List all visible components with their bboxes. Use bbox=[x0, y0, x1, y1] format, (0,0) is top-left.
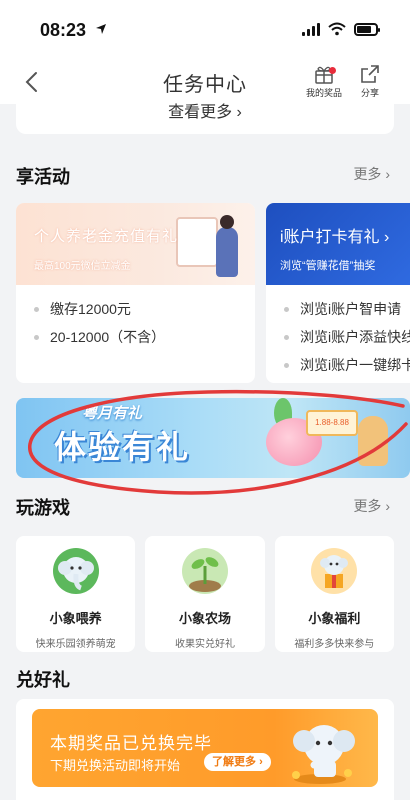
game-card-feeding[interactable]: 小象喂养 快来乐园领养萌宠 bbox=[16, 536, 136, 652]
see-more-label: 查看更多 bbox=[168, 104, 233, 121]
list-item[interactable]: 浏览i账户一键绑卡 bbox=[284, 351, 410, 379]
girl-illustration-icon bbox=[358, 416, 388, 466]
share-icon bbox=[361, 65, 379, 83]
iaccount-banner[interactable]: i账户打卡有礼 › 浏览“管赚花借”抽奖 bbox=[266, 203, 410, 285]
battery-level bbox=[357, 25, 372, 33]
activity-card-pension[interactable]: 个人养老金充值有礼 最高100元微信立减金 缴存12000元 20-12000（… bbox=[16, 203, 255, 383]
learn-more-button[interactable]: 了解更多 › bbox=[204, 753, 271, 771]
activity-card-iaccount[interactable]: i账户打卡有礼 › 浏览“管赚花借”抽奖 浏览i账户智申请 浏览i账户添益快线 … bbox=[266, 203, 410, 383]
chevron-right-icon: › bbox=[385, 498, 390, 514]
game-name: 小象喂养 bbox=[49, 611, 102, 626]
game-card-welfare[interactable]: 小象福利 福利多多快来参与 bbox=[274, 536, 394, 652]
wifi-icon bbox=[328, 22, 346, 36]
iaccount-banner-title: i账户打卡有礼 › bbox=[280, 223, 389, 247]
pension-banner-subtitle: 最高100元微信立减金 bbox=[34, 261, 131, 272]
status-time: 08:23 bbox=[40, 20, 87, 40]
see-more-link[interactable]: 查看更多 › bbox=[168, 104, 242, 121]
chevron-right-icon: › bbox=[384, 229, 390, 246]
list-item[interactable]: 浏览i账户添益快线 bbox=[284, 323, 410, 351]
gift-card: 本期奖品已兑换完毕 下期兑换活动即将开始 了解更多 › bbox=[16, 699, 394, 800]
nav-bar: 任务中心 我的奖品 分享 bbox=[0, 60, 410, 104]
game-card-farm[interactable]: 小象农场 收果实兑好礼 bbox=[145, 536, 265, 652]
activities-more-link[interactable]: 更多 › bbox=[353, 164, 390, 184]
person-head-icon bbox=[220, 215, 234, 229]
promo-ticket: 1.88-8.88 bbox=[306, 410, 358, 436]
gift-banner-title: 本期奖品已兑换完毕 bbox=[50, 734, 212, 753]
promo-small-text: 粤月有礼 bbox=[82, 405, 143, 422]
list-item[interactable]: 缴存12000元 bbox=[34, 295, 255, 323]
status-indicators bbox=[302, 22, 380, 36]
pension-task-list: 缴存12000元 20-12000（不含） bbox=[16, 285, 255, 351]
promo-big-text: 体验有礼 bbox=[54, 429, 191, 465]
gift-banner[interactable]: 本期奖品已兑换完毕 下期兑换活动即将开始 了解更多 › bbox=[32, 709, 378, 787]
activities-section-title: 享活动 bbox=[16, 167, 70, 187]
list-item[interactable]: 20-12000（不含） bbox=[34, 323, 255, 351]
iaccount-task-list: 浏览i账户智申请 浏览i账户添益快线 浏览i账户一键绑卡 bbox=[266, 285, 410, 379]
battery-icon bbox=[354, 22, 380, 36]
game-name: 小象福利 bbox=[308, 611, 361, 626]
learn-more-label: 了解更多 bbox=[212, 756, 256, 768]
activities-more-label: 更多 bbox=[353, 166, 382, 182]
my-prizes-button[interactable]: 我的奖品 bbox=[302, 64, 346, 99]
chevron-right-icon: › bbox=[259, 756, 263, 768]
sprout-icon bbox=[181, 548, 228, 594]
pension-banner-title: 个人养老金充值有礼 bbox=[34, 228, 179, 245]
game-desc: 收果实兑好礼 bbox=[174, 639, 235, 650]
status-bar: 08:23 bbox=[0, 0, 410, 60]
games-more-link[interactable]: 更多 › bbox=[353, 496, 390, 516]
games-more-label: 更多 bbox=[353, 498, 382, 514]
iaccount-banner-title-text: i账户打卡有礼 bbox=[280, 229, 380, 246]
notification-dot bbox=[329, 67, 336, 74]
list-item[interactable]: 浏览i账户智申请 bbox=[284, 295, 410, 323]
see-more-card: 查看更多 › bbox=[16, 104, 394, 134]
location-arrow-icon bbox=[96, 24, 106, 34]
games-list: 小象喂养 快来乐园领养萌宠 小象农场 收果实兑好礼 小象福利 福利多多快来参与 bbox=[16, 536, 394, 652]
game-desc: 福利多多快来参与 bbox=[294, 639, 375, 650]
signal-icon bbox=[302, 22, 320, 36]
game-name: 小象农场 bbox=[178, 611, 231, 626]
gifts-section-title: 兑好礼 bbox=[16, 670, 70, 690]
pension-banner[interactable]: 个人养老金充值有礼 最高100元微信立减金 bbox=[16, 203, 255, 285]
gift-elephant-icon bbox=[311, 548, 358, 594]
iaccount-banner-subtitle: 浏览“管赚花借”抽奖 bbox=[280, 260, 376, 272]
chevron-right-icon: › bbox=[385, 166, 390, 182]
promo-banner[interactable]: 1.88-8.88 粤月有礼 体验有礼 bbox=[16, 398, 410, 478]
share-label: 分享 bbox=[360, 88, 379, 98]
games-section-title: 玩游戏 bbox=[16, 498, 70, 518]
document-illustration-icon bbox=[176, 217, 218, 267]
share-button[interactable]: 分享 bbox=[348, 64, 392, 99]
person-illustration-icon bbox=[216, 227, 238, 277]
elephant-icon bbox=[52, 548, 99, 594]
elephant-mascot-icon bbox=[292, 725, 355, 784]
my-prizes-label: 我的奖品 bbox=[305, 88, 342, 98]
game-desc: 快来乐园领养萌宠 bbox=[35, 639, 116, 650]
gift-banner-subtitle: 下期兑换活动即将开始 bbox=[50, 758, 181, 773]
chevron-right-icon: › bbox=[232, 104, 242, 121]
